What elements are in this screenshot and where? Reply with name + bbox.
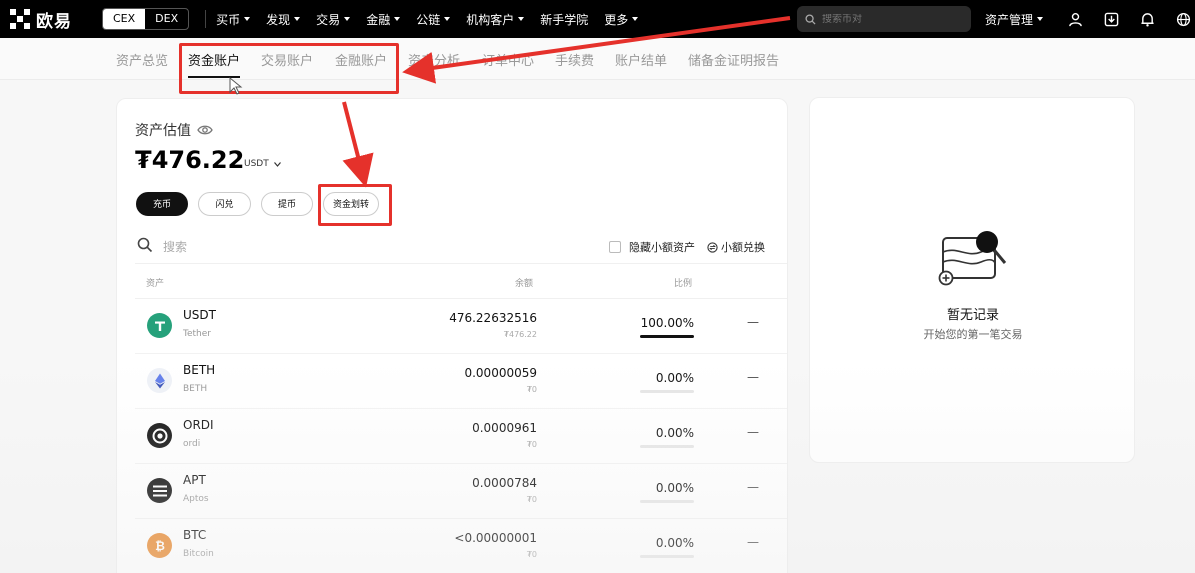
cursor-icon — [229, 76, 243, 95]
annotation-arrows — [229, 16, 791, 188]
arrow-to-account-tabs — [402, 16, 791, 84]
arrow-to-transfer — [342, 101, 374, 188]
